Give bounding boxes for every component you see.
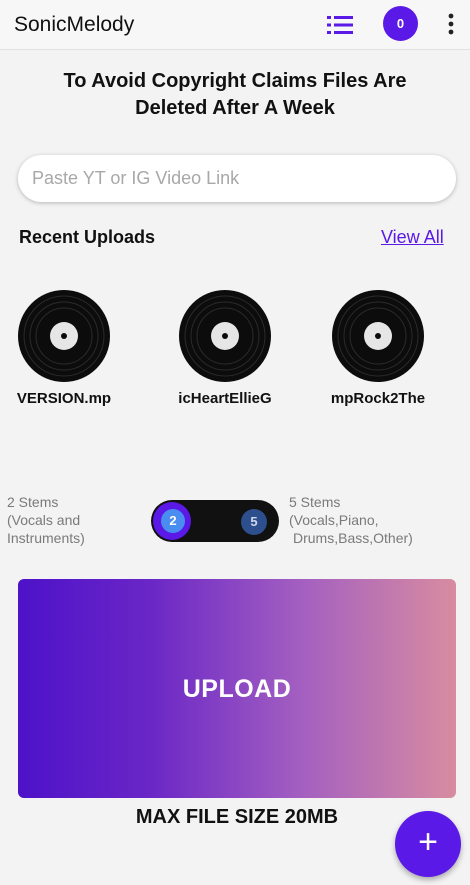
upload-button[interactable]: UPLOAD <box>18 579 456 798</box>
recent-uploads-title: Recent Uploads <box>19 227 156 247</box>
upload-label: UPLOAD <box>182 675 292 703</box>
app-title: SonicMelody <box>14 13 135 36</box>
five-stems-line-3: Drums,Bass,Other) <box>293 530 413 546</box>
add-fab-button[interactable]: + <box>395 811 461 877</box>
notice-line-1: To Avoid Copyright Claims Files Are <box>63 70 407 92</box>
recent-upload-name: icHeartEllieG <box>178 390 272 407</box>
recent-upload-item[interactable]: mpRock2The <box>318 288 438 418</box>
plus-icon: + <box>418 823 438 861</box>
two-stems-line-1: 2 Stems <box>7 494 59 510</box>
vinyl-record-icon <box>332 290 424 382</box>
five-stems-line-1: 5 Stems <box>289 494 341 510</box>
notice-line-2: Deleted After A Week <box>135 97 335 119</box>
stems-toggle[interactable]: 2 5 <box>151 500 279 542</box>
recent-upload-name: mpRock2The <box>330 390 426 407</box>
two-stems-description: 2 Stems (Vocals and Instruments) <box>7 493 147 547</box>
two-stems-line-3: Instruments) <box>7 530 85 546</box>
recent-upload-item[interactable]: icHeartEllieG <box>165 288 285 418</box>
two-stems-option: 2 <box>161 509 185 533</box>
two-stems-line-2: (Vocals and <box>7 512 81 528</box>
stems-toggle-knob[interactable]: 2 <box>153 502 191 540</box>
recent-upload-name: VERSION.mp <box>16 390 112 407</box>
five-stems-line-2: (Vocals,Piano, <box>289 512 379 528</box>
copyright-notice: To Avoid Copyright Claims Files Are Dele… <box>20 68 450 122</box>
more-vertical-icon[interactable] <box>446 12 456 36</box>
vinyl-record-icon <box>18 290 110 382</box>
app-bar: SonicMelody 0 <box>0 0 470 50</box>
list-icon[interactable] <box>327 14 353 36</box>
recent-upload-item[interactable]: VERSION.mp <box>4 288 124 418</box>
notification-badge[interactable]: 0 <box>383 6 418 41</box>
view-all-link[interactable]: View All <box>381 227 444 248</box>
video-link-input[interactable] <box>18 155 456 202</box>
five-stems-description: 5 Stems (Vocals,Piano, Drums,Bass,Other) <box>289 493 459 547</box>
five-stems-option[interactable]: 5 <box>241 509 267 535</box>
vinyl-record-icon <box>179 290 271 382</box>
